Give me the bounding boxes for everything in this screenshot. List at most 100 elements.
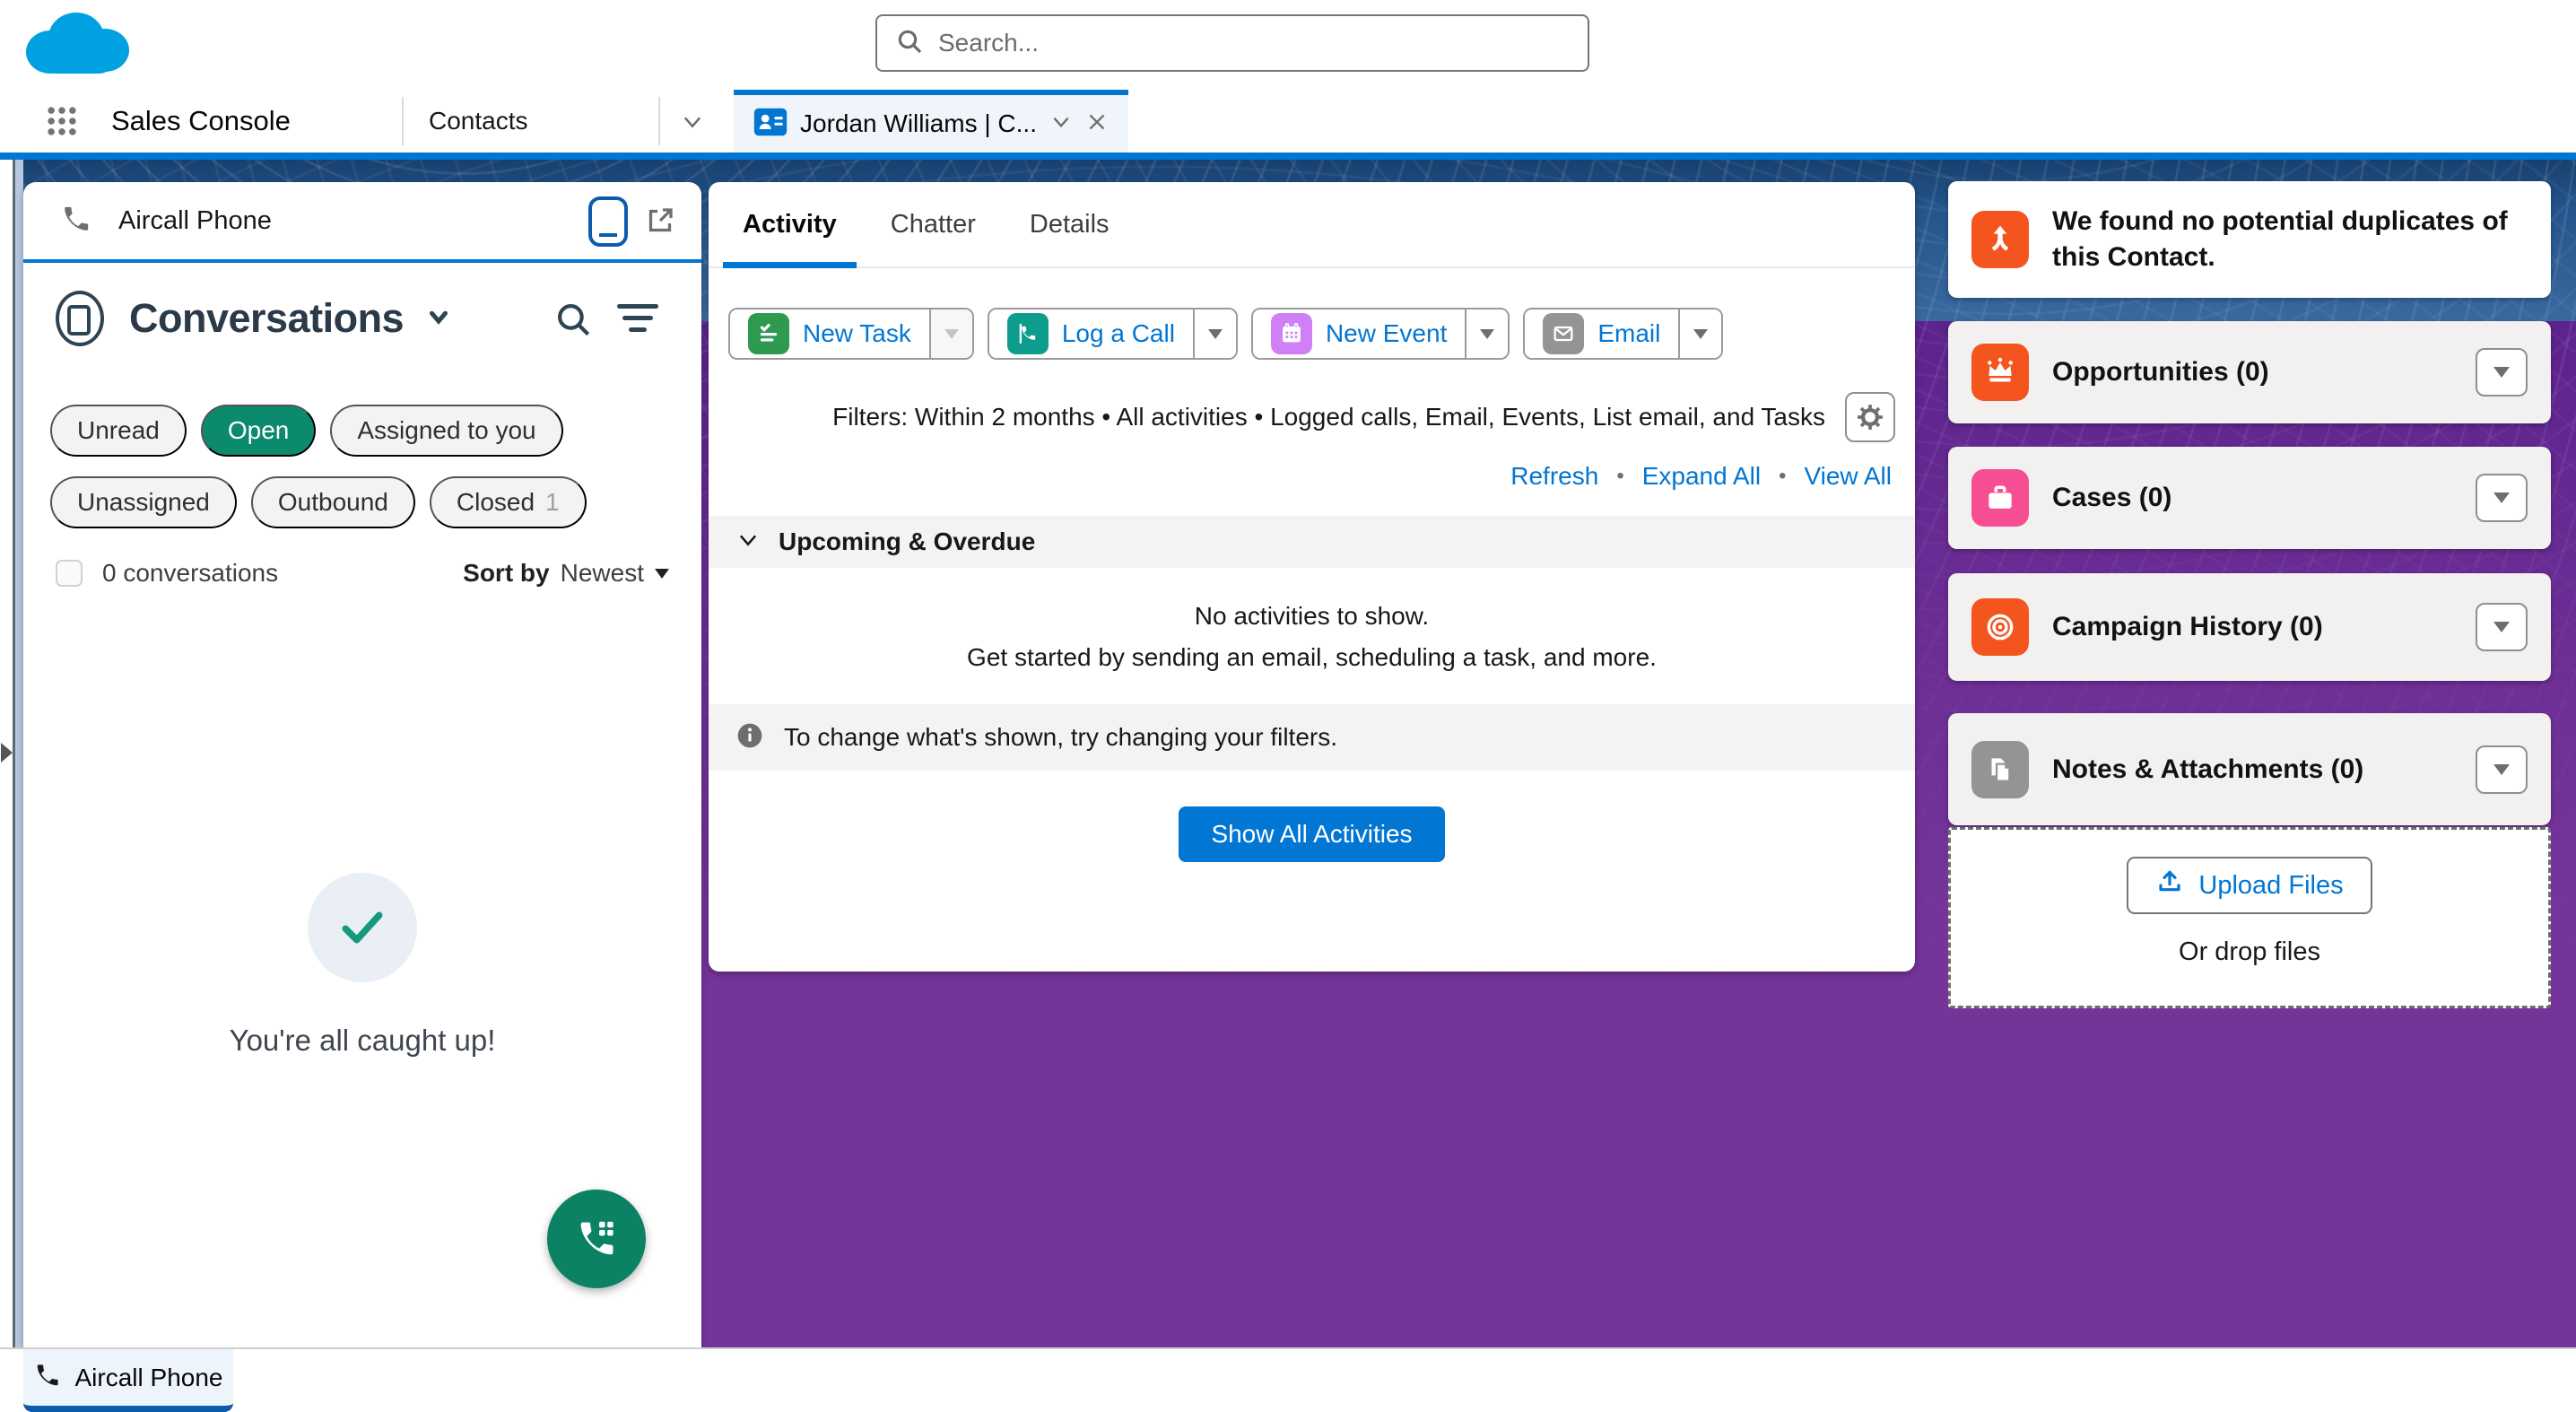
info-icon	[735, 721, 764, 754]
contact-card-icon	[753, 108, 788, 141]
filter-pill-open[interactable]: Open	[201, 405, 317, 457]
record-activity-panel: Activity Chatter Details New Task	[709, 182, 1915, 972]
app-launcher-icon[interactable]	[45, 104, 79, 143]
salesforce-logo	[20, 5, 136, 89]
sort-control[interactable]: Sort by Newest	[463, 559, 669, 588]
dock-aircall-phone-label: Aircall Phone	[75, 1364, 223, 1392]
closed-count-badge: 1	[545, 488, 560, 517]
softphone-title: Aircall Phone	[118, 206, 272, 236]
log-a-call-button[interactable]: Log a Call	[989, 309, 1193, 358]
section-chevron-down-icon[interactable]	[735, 527, 761, 557]
split-view-expand-icon[interactable]	[1, 743, 13, 763]
aircall-softphone-panel: Aircall Phone Conversations	[23, 182, 701, 1347]
utility-dock: Aircall Phone	[0, 1347, 2576, 1412]
activity-filter-settings-button[interactable]	[1845, 392, 1895, 442]
cases-dropdown-button[interactable]	[2476, 474, 2528, 522]
conversations-panel-icon	[56, 291, 104, 346]
card-title: Cases (0)	[2052, 483, 2452, 513]
phone-icon	[61, 204, 91, 239]
new-task-dropdown[interactable]	[929, 309, 972, 358]
expand-all-link[interactable]: Expand All	[1642, 462, 1761, 491]
chevron-down-icon	[1693, 329, 1708, 339]
record-tabset: Activity Chatter Details	[709, 182, 1915, 268]
view-all-link[interactable]: View All	[1804, 462, 1892, 491]
activity-filters-summary: Filters: Within 2 months • All activitie…	[832, 403, 1825, 431]
new-task-button[interactable]: New Task	[730, 309, 929, 358]
conversations-search-icon[interactable]	[554, 301, 592, 343]
global-search[interactable]	[875, 14, 1589, 72]
popout-icon[interactable]	[644, 205, 676, 241]
search-icon	[895, 27, 924, 60]
filter-pill-outbound[interactable]: Outbound	[251, 476, 415, 528]
tab-activity[interactable]: Activity	[716, 182, 864, 266]
nav-chevron-down-icon[interactable]	[680, 109, 705, 139]
card-title: Notes & Attachments (0)	[2052, 754, 2452, 785]
tab-chevron-down-icon[interactable]	[1049, 110, 1073, 138]
activity-tip-bar: To change what's shown, try changing you…	[709, 704, 1915, 771]
link-separator: •	[1779, 464, 1786, 489]
nav-tab-contacts[interactable]: Contacts	[429, 90, 528, 153]
log-a-call-button-group: Log a Call	[988, 308, 1238, 360]
notes-attachments-dropdown-button[interactable]	[2476, 745, 2528, 794]
upcoming-overdue-section[interactable]: Upcoming & Overdue	[709, 516, 1915, 568]
console-navigation-bar: Sales Console Contacts Jordan Williams |…	[0, 90, 2576, 153]
campaign-icon	[1971, 598, 2029, 656]
duplicates-message: We found no potential duplicates of this…	[2052, 204, 2528, 275]
tab-details[interactable]: Details	[1003, 182, 1136, 266]
campaign-history-dropdown-button[interactable]	[2476, 603, 2528, 651]
email-icon	[1543, 313, 1584, 354]
console-canvas: Aircall Phone Conversations	[0, 160, 2576, 1347]
global-header: ?	[0, 0, 2576, 90]
minimize-button[interactable]	[588, 196, 628, 247]
search-input[interactable]	[938, 29, 1530, 57]
sort-caret-icon	[655, 569, 669, 579]
new-event-button[interactable]: New Event	[1253, 309, 1465, 358]
new-call-fab[interactable]	[547, 1190, 646, 1288]
show-all-activities-button[interactable]: Show All Activities	[1179, 806, 1444, 862]
conversation-list-toolbar: 0 conversations Sort by Newest	[23, 559, 701, 588]
filter-pill-unassigned[interactable]: Unassigned	[50, 476, 237, 528]
file-dropzone[interactable]: Upload Files Or drop files	[1948, 827, 2551, 1008]
filter-pill-assigned-to-you[interactable]: Assigned to you	[330, 405, 562, 457]
task-icon	[748, 313, 789, 354]
filter-pill-closed[interactable]: Closed1	[430, 476, 587, 528]
dock-aircall-phone-button[interactable]: Aircall Phone	[23, 1349, 233, 1412]
merge-duplicates-icon	[1971, 211, 2029, 268]
log-a-call-dropdown[interactable]	[1193, 309, 1236, 358]
notes-attachments-card[interactable]: Notes & Attachments (0)	[1948, 713, 2551, 825]
campaign-history-card[interactable]: Campaign History (0)	[1948, 573, 2551, 681]
opportunities-card[interactable]: Opportunities (0)	[1948, 321, 2551, 423]
drop-files-label: Or drop files	[1951, 937, 2548, 967]
phone-icon	[34, 1362, 61, 1393]
chevron-down-icon	[2493, 622, 2510, 632]
refresh-link[interactable]: Refresh	[1510, 462, 1598, 491]
select-all-checkbox[interactable]	[56, 560, 83, 587]
tab-close-icon[interactable]	[1085, 110, 1109, 138]
opportunity-icon	[1971, 344, 2029, 401]
cases-card[interactable]: Cases (0)	[1948, 447, 2551, 549]
conversation-filters: Unread Open Assigned to you Unassigned O…	[23, 405, 701, 528]
caught-up-check-icon	[308, 873, 417, 982]
opportunities-dropdown-button[interactable]	[2476, 348, 2528, 397]
brand-accent-line	[0, 153, 2576, 160]
activity-tip-text: To change what's shown, try changing you…	[784, 723, 1337, 752]
chevron-down-icon	[1480, 329, 1494, 339]
filter-pill-unread[interactable]: Unread	[50, 405, 187, 457]
conversations-filter-icon[interactable]	[617, 304, 658, 339]
new-event-dropdown[interactable]	[1465, 309, 1508, 358]
workspace-tab-jordan-williams[interactable]: Jordan Williams | C...	[734, 90, 1128, 153]
upload-files-button[interactable]: Upload Files	[2127, 857, 2371, 914]
link-separator: •	[1616, 464, 1623, 489]
email-button[interactable]: Email	[1525, 309, 1678, 358]
nav-divider	[402, 97, 404, 145]
conversations-chevron-down-icon[interactable]	[425, 303, 452, 335]
caught-up-message: You're all caught up!	[23, 1024, 701, 1058]
softphone-accent-line	[23, 259, 701, 263]
tab-chatter[interactable]: Chatter	[864, 182, 1003, 266]
activity-empty-subtitle: Get started by sending an email, schedul…	[709, 643, 1915, 672]
split-view-collapsed-strip[interactable]	[15, 160, 23, 1347]
chevron-down-icon	[944, 329, 959, 339]
email-dropdown[interactable]	[1678, 309, 1721, 358]
call-icon	[1007, 313, 1049, 354]
app-name: Sales Console	[111, 90, 291, 153]
